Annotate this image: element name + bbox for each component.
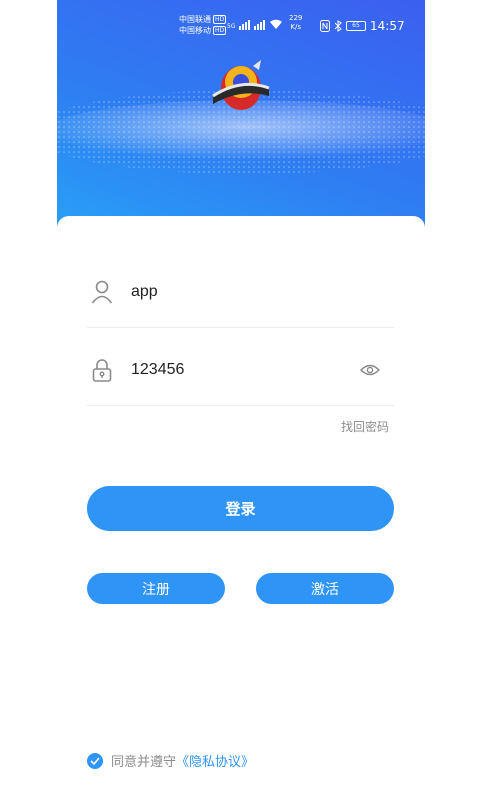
network-speed: 229 K/s xyxy=(289,14,302,32)
privacy-policy-link[interactable]: 《隐私协议》 xyxy=(176,755,254,770)
carrier-2-label: 中国移动 xyxy=(179,26,211,35)
status-right-icons: 65 14:57 xyxy=(320,19,405,33)
hd-badge: HD xyxy=(213,15,227,24)
network-type-label: 5G xyxy=(227,23,236,30)
signal-icon xyxy=(239,18,251,30)
signal-icon xyxy=(254,18,266,30)
signal-icons: 5G xyxy=(227,18,283,30)
username-input[interactable] xyxy=(131,278,351,306)
agree-text: 同意并遵守 xyxy=(111,755,177,770)
carrier-1-label: 中国联通 xyxy=(179,15,211,24)
password-input[interactable] xyxy=(131,356,351,384)
app-screen: 中国联通 HD 中国移动 HD 5G 229 K/s 65 14:57 app … xyxy=(57,0,425,800)
hd-badge: HD xyxy=(213,26,227,35)
user-icon xyxy=(91,280,113,304)
login-card: 找回密码 登录 注册 激活 同意并遵守《隐私协议》 xyxy=(57,216,425,800)
clock: 14:57 xyxy=(370,19,405,33)
speed-value: 229 xyxy=(289,14,303,22)
wifi-icon xyxy=(270,19,283,29)
activate-button[interactable]: 激活 xyxy=(256,573,394,604)
login-button[interactable]: 登录 xyxy=(87,486,394,531)
carrier-info: 中国联通 HD 中国移动 HD xyxy=(179,14,227,36)
check-icon xyxy=(90,756,100,765)
battery-icon: 65 xyxy=(346,21,366,31)
agree-checkbox[interactable] xyxy=(87,752,103,769)
speed-unit: K/s xyxy=(290,23,301,31)
username-field xyxy=(87,256,394,328)
eye-icon[interactable] xyxy=(360,363,380,377)
bluetooth-icon xyxy=(334,20,342,32)
privacy-agreement: 同意并遵守《隐私协议》 xyxy=(87,751,254,770)
lock-icon xyxy=(92,359,112,382)
app-logo xyxy=(212,60,270,110)
nfc-icon xyxy=(320,20,330,32)
hero-banner: 中国联通 HD 中国移动 HD 5G 229 K/s 65 14:57 xyxy=(57,0,425,240)
forgot-password-link[interactable]: 找回密码 xyxy=(341,418,389,435)
register-button[interactable]: 注册 xyxy=(87,573,225,604)
password-field xyxy=(87,334,394,406)
status-bar: 中国联通 HD 中国移动 HD 5G 229 K/s 65 14:57 xyxy=(57,12,425,40)
